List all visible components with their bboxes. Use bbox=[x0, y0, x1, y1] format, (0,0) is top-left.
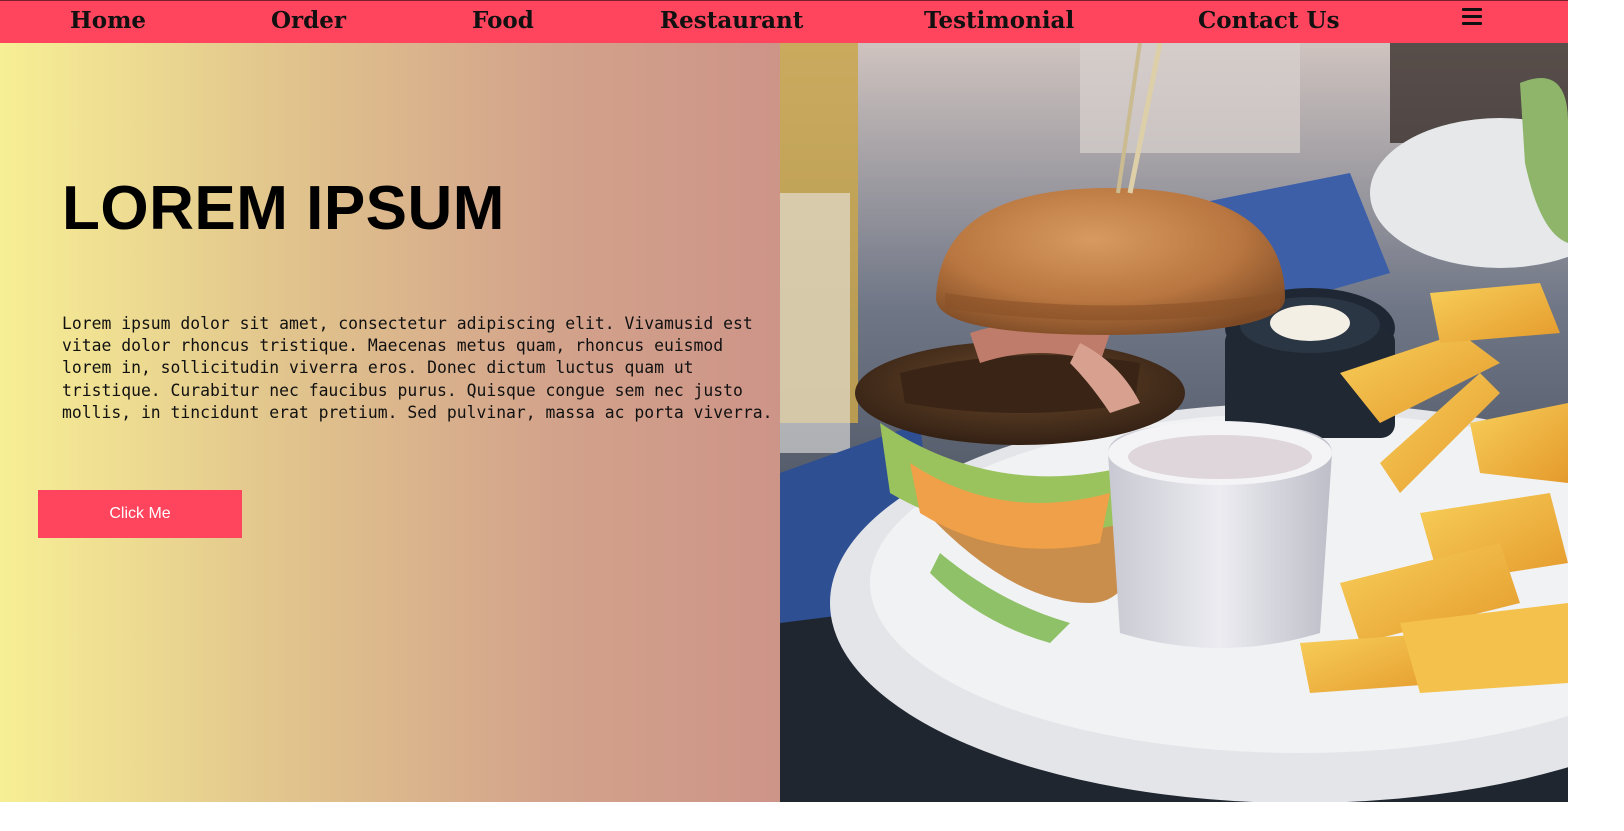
top-navigation-bar: Home Order Food Restaurant Testimonial C… bbox=[0, 0, 1568, 43]
hamburger-bar bbox=[1462, 21, 1482, 26]
hamburger-bar bbox=[1462, 14, 1482, 19]
nav-link-home[interactable]: Home bbox=[70, 7, 146, 34]
hero-title: LOREM IPSUM bbox=[62, 174, 505, 243]
burger-with-fries-photo bbox=[780, 43, 1568, 802]
nav-link-testimonial[interactable]: Testimonial bbox=[924, 7, 1074, 34]
nav-link-food[interactable]: Food bbox=[472, 7, 534, 34]
page-bottom-gutter bbox=[0, 802, 1568, 831]
hamburger-menu-icon[interactable] bbox=[1462, 8, 1484, 28]
nav-link-order[interactable]: Order bbox=[271, 7, 346, 34]
nav-link-restaurant[interactable]: Restaurant bbox=[660, 7, 803, 34]
hero-paragraph: Lorem ipsum dolor sit amet, consectetur … bbox=[62, 314, 773, 422]
nav-link-contact-us[interactable]: Contact Us bbox=[1198, 7, 1340, 34]
burger-photo-illustration bbox=[780, 43, 1568, 802]
click-me-button[interactable]: Click Me bbox=[38, 490, 242, 538]
hamburger-bar bbox=[1462, 8, 1482, 12]
hero-text-panel: LOREM IPSUM Lorem ipsum dolor sit amet, … bbox=[0, 43, 780, 802]
page-right-gutter bbox=[1568, 0, 1624, 831]
